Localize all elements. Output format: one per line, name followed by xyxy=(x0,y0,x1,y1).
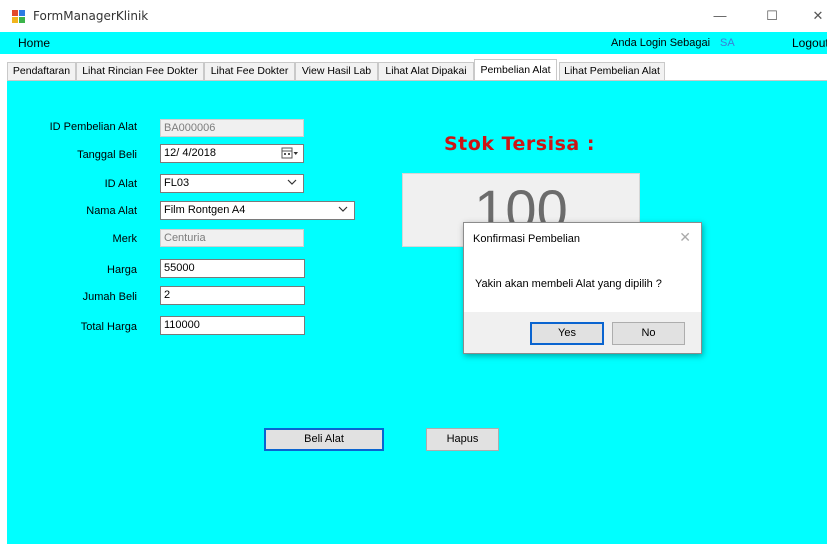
tab-pendaftaran[interactable]: Pendaftaran xyxy=(7,62,76,80)
dialog-no-button[interactable]: No xyxy=(612,322,685,345)
close-button[interactable]: ✕ xyxy=(795,0,827,32)
merk-field: Centuria xyxy=(160,229,304,247)
menu-bar: Home Anda Login Sebagai SA Logout xyxy=(0,32,827,54)
tab-lihat-rincian-fee-dokter[interactable]: Lihat Rincian Fee Dokter xyxy=(76,62,204,80)
merk-label: Merk xyxy=(112,233,137,245)
id-alat-label: ID Alat xyxy=(104,178,137,190)
beli-alat-button[interactable]: Beli Alat xyxy=(264,428,384,451)
dialog-close-icon[interactable]: ✕ xyxy=(679,229,691,246)
nama-alat-select[interactable]: Film Rontgen A4 xyxy=(160,201,355,220)
harga-label: Harga xyxy=(107,264,137,276)
jumlah-beli-label: Jumah Beli xyxy=(82,291,137,303)
app-form-icon xyxy=(12,10,25,23)
tab-lihat-pembelian-alat[interactable]: Lihat Pembelian Alat xyxy=(559,62,665,80)
chevron-down-icon xyxy=(287,176,297,194)
maximize-button[interactable]: ☐ xyxy=(749,0,795,32)
id-alat-select[interactable]: FL03 xyxy=(160,174,304,193)
window-title: FormManagerKlinik xyxy=(33,9,149,23)
login-label: Anda Login Sebagai xyxy=(611,37,711,49)
id-alat-value: FL03 xyxy=(164,177,190,189)
menu-home[interactable]: Home xyxy=(18,36,50,50)
chevron-down-icon xyxy=(338,203,348,221)
tanggal-beli-value: 12/ 4/2018 xyxy=(164,147,216,159)
total-harga-field[interactable]: 110000 xyxy=(160,316,305,335)
dialog-yes-button[interactable]: Yes xyxy=(530,322,604,345)
stok-tersisa-title: Stok Tersisa : xyxy=(444,133,595,155)
harga-field[interactable]: 55000 xyxy=(160,259,305,278)
konfirmasi-dialog: Konfirmasi Pembelian ✕ Yakin akan membel… xyxy=(463,222,702,354)
menu-logout[interactable]: Logout xyxy=(792,36,827,50)
calendar-dropdown-icon[interactable] xyxy=(281,146,299,165)
tanggal-beli-datepicker[interactable]: 12/ 4/2018 xyxy=(160,144,304,163)
nama-alat-value: Film Rontgen A4 xyxy=(164,204,246,216)
login-user: SA xyxy=(720,37,735,49)
tab-pembelian-alat[interactable]: Pembelian Alat xyxy=(474,59,557,81)
tab-lihat-alat-dipakai[interactable]: Lihat Alat Dipakai xyxy=(378,62,474,80)
id-pembelian-label: ID Pembelian Alat xyxy=(49,121,137,133)
tab-view-hasil-lab[interactable]: View Hasil Lab xyxy=(295,62,378,80)
tanggal-beli-label: Tanggal Beli xyxy=(77,149,137,161)
nama-alat-label: Nama Alat xyxy=(86,205,137,217)
jumlah-beli-field[interactable]: 2 xyxy=(160,286,305,305)
minimize-button[interactable]: — xyxy=(697,0,743,32)
tab-lihat-fee-dokter[interactable]: Lihat Fee Dokter xyxy=(204,62,295,80)
hapus-button[interactable]: Hapus xyxy=(426,428,499,451)
total-harga-label: Total Harga xyxy=(80,321,137,333)
dialog-button-bar: Yes No xyxy=(464,312,701,353)
dialog-message: Yakin akan membeli Alat yang dipilih ? xyxy=(475,278,662,290)
id-pembelian-field: BA000006 xyxy=(160,119,304,137)
dialog-title: Konfirmasi Pembelian xyxy=(473,233,580,245)
